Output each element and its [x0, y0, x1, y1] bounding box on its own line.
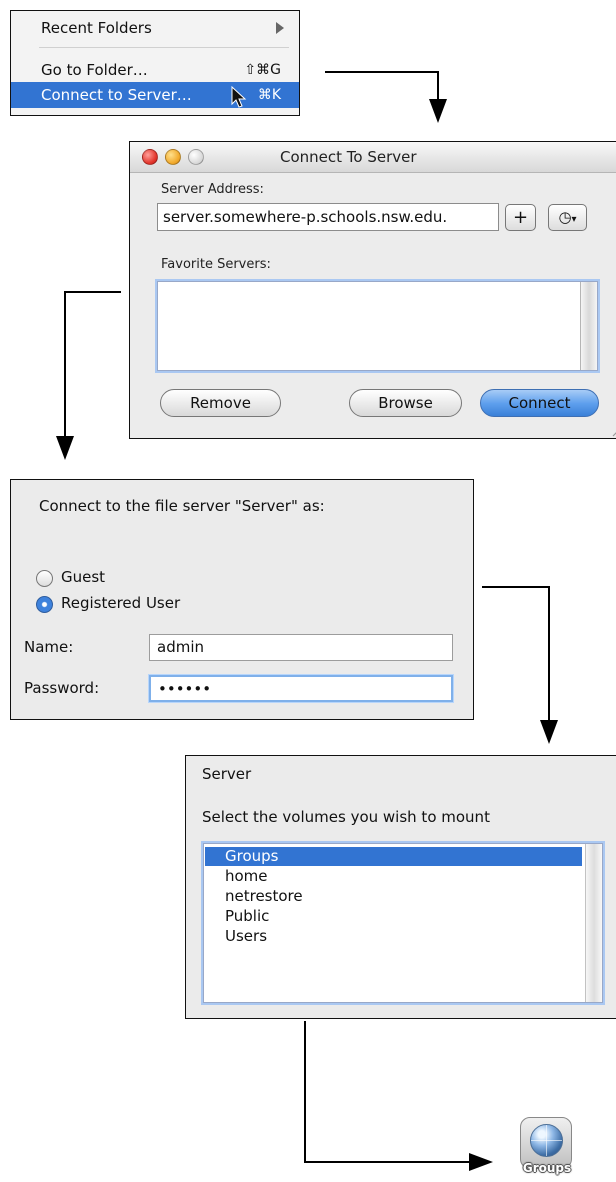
mouse-cursor-icon [231, 86, 247, 108]
remove-button[interactable]: Remove [160, 389, 281, 417]
connect-to-server-item[interactable]: Connect to Server… ⌘K [11, 82, 299, 108]
go-to-folder-label: Go to Folder… [41, 61, 148, 79]
flow-arrow-2-icon [56, 436, 74, 460]
guest-label: Guest [61, 568, 106, 586]
connect-to-server-window: Connect To Server Server Address: server… [129, 141, 616, 439]
flow-connector-4-horizontal [304, 1161, 469, 1163]
registered-user-label: Registered User [61, 594, 181, 612]
server-title: Server [202, 765, 252, 783]
recent-folders-label: Recent Folders [41, 19, 152, 37]
volume-selection-window: Server Select the volumes you wish to mo… [185, 755, 616, 1019]
name-input[interactable]: admin [149, 634, 453, 661]
server-address-label: Server Address: [161, 182, 264, 197]
password-label: Password: [24, 679, 100, 697]
connect-button[interactable]: Connect [480, 389, 599, 417]
go-to-folder-shortcut: ⇧⌘G [244, 62, 281, 78]
server-address-input[interactable]: server.somewhere-p.schools.nsw.edu. [157, 203, 499, 231]
browse-button[interactable]: Browse [349, 389, 462, 417]
volume-instruction: Select the volumes you wish to mount [202, 808, 490, 826]
flow-arrow-3-icon [540, 720, 558, 744]
submenu-arrow-icon [276, 22, 284, 34]
recent-servers-button[interactable]: ◷▾ [548, 204, 587, 231]
connect-to-server-label: Connect to Server… [41, 86, 192, 104]
flow-connector-3 [482, 586, 550, 588]
recent-folders-item[interactable]: Recent Folders [11, 15, 299, 41]
volumes-list[interactable]: Groups home netrestore Public Users [203, 843, 603, 1003]
window-titlebar: Connect To Server [130, 142, 616, 173]
network-globe-icon [530, 1124, 563, 1157]
volume-row-public[interactable]: Public [205, 907, 582, 926]
login-dialog: Connect to the file server "Server" as: … [10, 479, 474, 720]
favorite-servers-scrollbar[interactable] [580, 282, 597, 370]
go-to-folder-item[interactable]: Go to Folder… ⇧⌘G [11, 57, 299, 83]
minimize-window-icon[interactable] [165, 149, 181, 165]
mounted-volume-label[interactable]: Groups [507, 1161, 587, 1175]
flow-connector-3-drop [548, 586, 550, 721]
guest-radio[interactable] [36, 570, 53, 587]
flow-connector-1-drop [437, 71, 439, 99]
connect-to-server-shortcut: ⌘K [257, 87, 281, 103]
volume-row-groups[interactable]: Groups [205, 847, 582, 866]
favorite-servers-list[interactable] [157, 281, 598, 371]
volumes-scrollbar[interactable] [585, 844, 602, 1002]
close-window-icon[interactable] [142, 149, 158, 165]
favorite-servers-label: Favorite Servers: [161, 257, 271, 272]
flow-connector-1 [325, 71, 439, 73]
go-menu: Recent Folders Go to Folder… ⇧⌘G Connect… [10, 10, 300, 116]
zoom-window-icon[interactable] [188, 149, 204, 165]
password-input[interactable]: •••••• [149, 675, 453, 702]
flow-connector-2 [64, 291, 121, 293]
chevron-down-icon: ▾ [571, 214, 577, 225]
flow-arrow-1-icon [429, 99, 447, 123]
recent-clock-icon: ◷ [558, 208, 572, 226]
volume-row-netrestore[interactable]: netrestore [205, 887, 582, 906]
window-title: Connect To Server [280, 148, 417, 166]
volume-row-users[interactable]: Users [205, 927, 582, 946]
connect-prompt: Connect to the file server "Server" as: [39, 497, 325, 515]
flow-connector-4 [304, 1021, 306, 1163]
flow-arrow-4-icon [469, 1153, 493, 1171]
resize-grip-icon[interactable] [609, 423, 616, 437]
registered-user-radio[interactable] [36, 596, 53, 613]
flow-connector-2-drop [64, 291, 66, 436]
name-label: Name: [24, 638, 74, 656]
add-favorite-button[interactable]: + [505, 204, 536, 231]
volume-row-home[interactable]: home [205, 867, 582, 886]
menu-separator [39, 47, 289, 48]
